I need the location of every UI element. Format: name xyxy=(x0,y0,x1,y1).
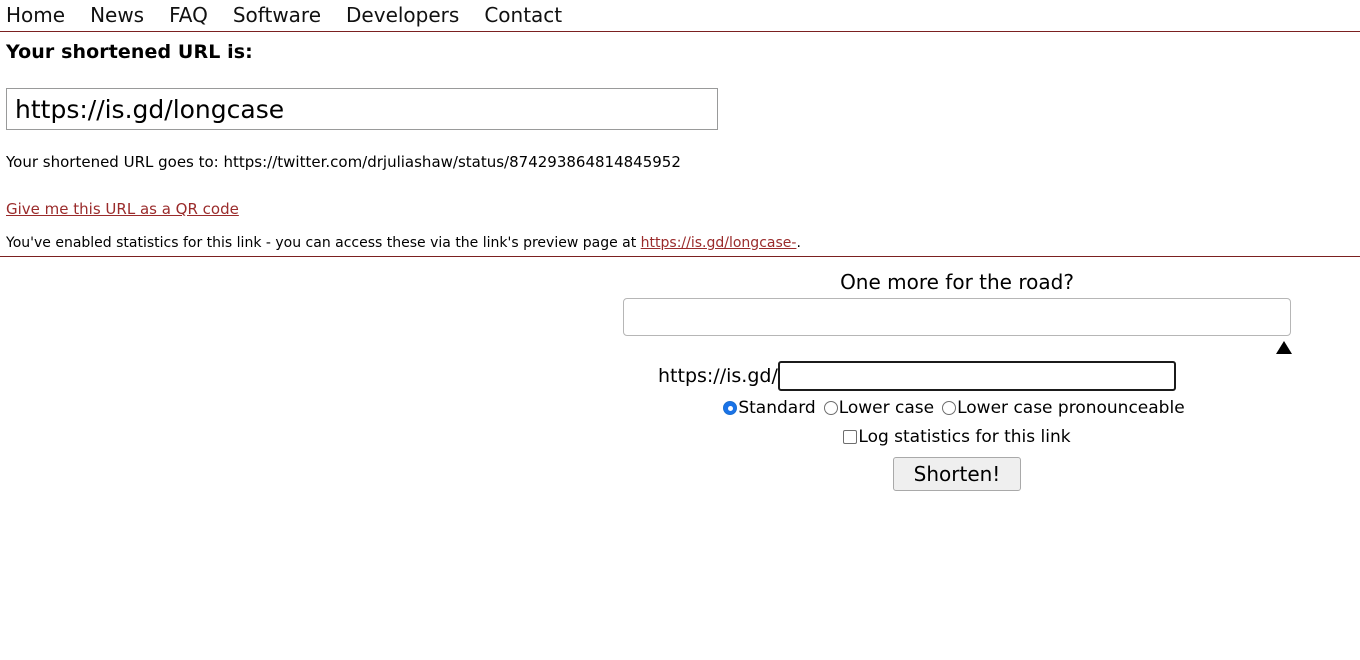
nav-item-developers[interactable]: Developers xyxy=(346,5,459,25)
section-divider xyxy=(0,256,1360,257)
log-statistics-checkbox[interactable] xyxy=(843,430,858,444)
custom-slug-row: https://is.gd/ xyxy=(658,360,1176,392)
log-statistics-label[interactable]: Log statistics for this link xyxy=(858,428,1070,446)
submit-row: Shorten! xyxy=(623,457,1291,491)
shorten-another-form: One more for the road? xyxy=(623,270,1291,336)
statistics-note: You've enabled statistics for this link … xyxy=(6,235,801,251)
nav-item-news[interactable]: News xyxy=(90,5,144,25)
radio-standard[interactable] xyxy=(723,401,738,415)
page-title: Your shortened URL is: xyxy=(6,41,253,63)
radio-lower-case-pronounceable[interactable] xyxy=(942,401,957,415)
statistics-note-suffix: . xyxy=(796,235,801,251)
shortened-url-output[interactable] xyxy=(6,88,718,130)
nav-item-contact[interactable]: Contact xyxy=(484,5,562,25)
radio-lower-case[interactable] xyxy=(823,401,838,415)
nav-item-home[interactable]: Home xyxy=(6,5,65,25)
radio-standard-label[interactable]: Standard xyxy=(738,399,821,417)
radio-lower-case-label[interactable]: Lower case xyxy=(839,399,940,417)
qr-code-link[interactable]: Give me this URL as a QR code xyxy=(6,200,239,218)
form-title: One more for the road? xyxy=(840,270,1074,294)
radio-lower-case-pronounceable-label[interactable]: Lower case pronounceable xyxy=(957,399,1191,417)
statistics-note-prefix: You've enabled statistics for this link … xyxy=(6,235,641,251)
preview-page-link[interactable]: https://is.gd/longcase- xyxy=(641,235,797,251)
radio-group-standard[interactable]: Standard xyxy=(723,399,821,417)
slug-prefix-label: https://is.gd/ xyxy=(658,364,778,387)
header-divider xyxy=(0,31,1360,32)
url-style-options: Standard Lower case Lower case pronounce… xyxy=(623,399,1291,417)
triangle-up-icon xyxy=(1276,341,1292,354)
radio-group-lower-case-pronounceable[interactable]: Lower case pronounceable xyxy=(942,399,1191,417)
checkbox-group-log-statistics[interactable]: Log statistics for this link xyxy=(843,428,1071,446)
shorten-button[interactable]: Shorten! xyxy=(892,457,1022,491)
nav-item-software[interactable]: Software xyxy=(233,5,321,25)
long-url-input[interactable] xyxy=(623,298,1291,336)
custom-slug-input[interactable] xyxy=(777,361,1176,391)
nav-item-faq[interactable]: FAQ xyxy=(169,5,208,25)
destination-text: Your shortened URL goes to: https://twit… xyxy=(6,153,681,171)
radio-group-lower-case[interactable]: Lower case xyxy=(823,399,940,417)
main-navigation: Home News FAQ Software Developers Contac… xyxy=(0,0,1360,30)
log-statistics-row: Log statistics for this link xyxy=(623,428,1291,446)
